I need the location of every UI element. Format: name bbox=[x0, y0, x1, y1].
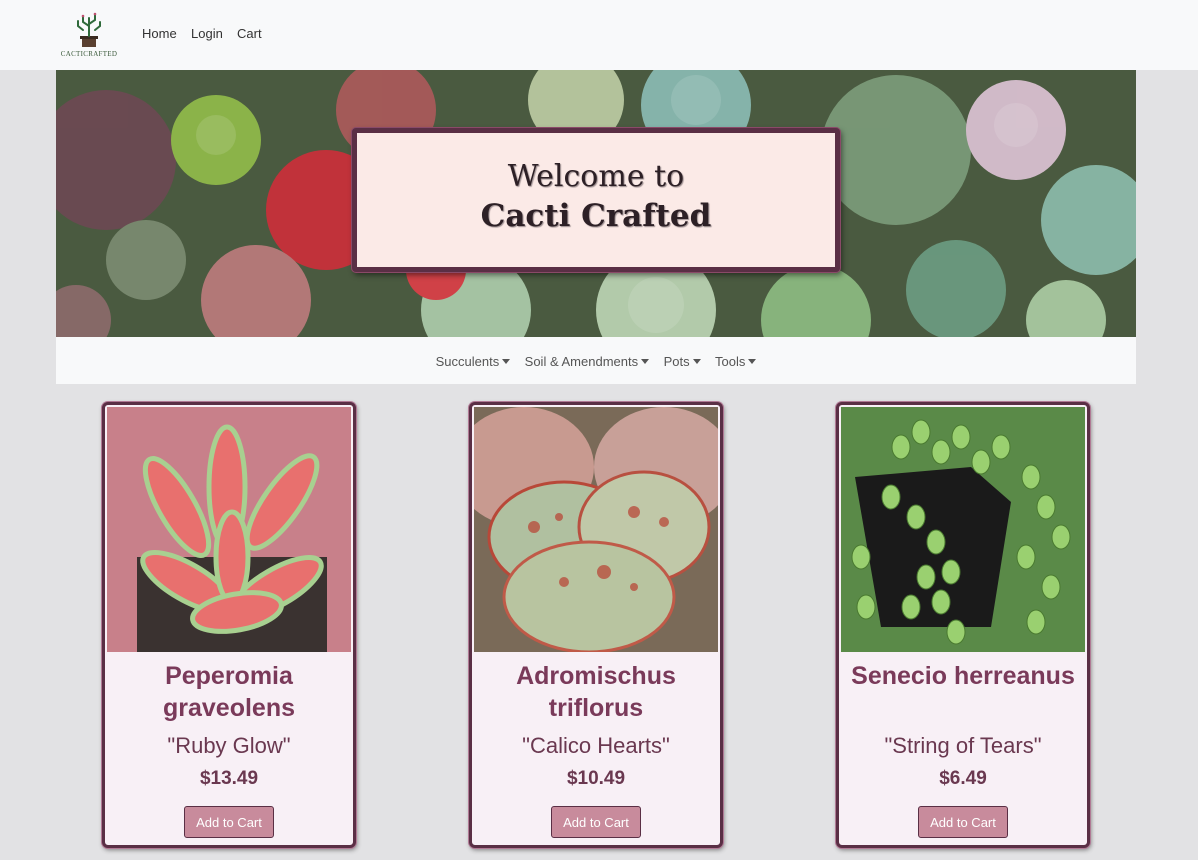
category-navbar: Succulents Soil & Amendments Pots Tools bbox=[56, 337, 1136, 384]
category-soil-dropdown[interactable]: Soil & Amendments bbox=[524, 354, 650, 369]
product-cultivar: "Ruby Glow" bbox=[167, 733, 291, 758]
logo-text: CACTICRAFTED bbox=[60, 50, 118, 58]
category-pots-dropdown[interactable]: Pots bbox=[664, 354, 701, 369]
cacticrafted-logo[interactable]: CACTICRAFTED bbox=[58, 12, 120, 58]
product-card: Senecio herreanus "String of Tears" $6.4… bbox=[836, 402, 1090, 848]
cactus-icon bbox=[77, 12, 101, 47]
product-cultivar: "Calico Hearts" bbox=[522, 733, 670, 758]
product-image[interactable] bbox=[841, 407, 1085, 652]
category-label: Succulents bbox=[435, 354, 500, 369]
peperomia-image bbox=[107, 407, 351, 652]
product-price: $13.49 bbox=[199, 768, 259, 789]
hero-banner: Welcome to Cacti Crafted bbox=[56, 70, 1136, 337]
site-title: Cacti Crafted bbox=[480, 198, 712, 234]
top-navbar: CACTICRAFTED Home Login Cart bbox=[0, 0, 1198, 70]
category-label: Tools bbox=[715, 354, 746, 369]
welcome-box: Welcome to Cacti Crafted bbox=[352, 128, 840, 272]
senecio-image bbox=[841, 407, 1085, 652]
nav-login-link[interactable]: Login bbox=[191, 26, 223, 41]
category-tools-dropdown[interactable]: Tools bbox=[715, 354, 757, 369]
category-label: Soil & Amendments bbox=[524, 354, 639, 369]
product-card: Adromischus triflorus "Calico Hearts" $1… bbox=[469, 402, 723, 848]
product-name: Adromischus triflorus bbox=[516, 662, 676, 722]
adromischus-image bbox=[474, 407, 718, 652]
caret-down-icon bbox=[641, 359, 650, 364]
product-image[interactable] bbox=[474, 407, 718, 652]
category-label: Pots bbox=[663, 354, 690, 369]
product-price: $6.49 bbox=[939, 768, 987, 789]
product-price: $10.49 bbox=[566, 768, 626, 789]
caret-down-icon bbox=[748, 359, 757, 364]
product-card: Peperomia graveolens "Ruby Glow" $13.49 … bbox=[102, 402, 356, 848]
product-name: Peperomia graveolens bbox=[162, 662, 295, 722]
category-succulents-dropdown[interactable]: Succulents bbox=[436, 354, 511, 369]
nav-cart-link[interactable]: Cart bbox=[237, 26, 262, 41]
product-cultivar: "String of Tears" bbox=[884, 733, 1042, 758]
caret-down-icon bbox=[502, 359, 511, 364]
product-name: Senecio herreanus bbox=[851, 662, 1075, 690]
add-to-cart-button[interactable]: Add to Cart bbox=[918, 806, 1008, 838]
add-to-cart-button[interactable]: Add to Cart bbox=[551, 806, 641, 838]
product-image[interactable] bbox=[107, 407, 351, 652]
add-to-cart-button[interactable]: Add to Cart bbox=[184, 806, 274, 838]
caret-down-icon bbox=[692, 359, 701, 364]
nav-home-link[interactable]: Home bbox=[142, 26, 177, 41]
welcome-line: Welcome to bbox=[507, 159, 685, 194]
